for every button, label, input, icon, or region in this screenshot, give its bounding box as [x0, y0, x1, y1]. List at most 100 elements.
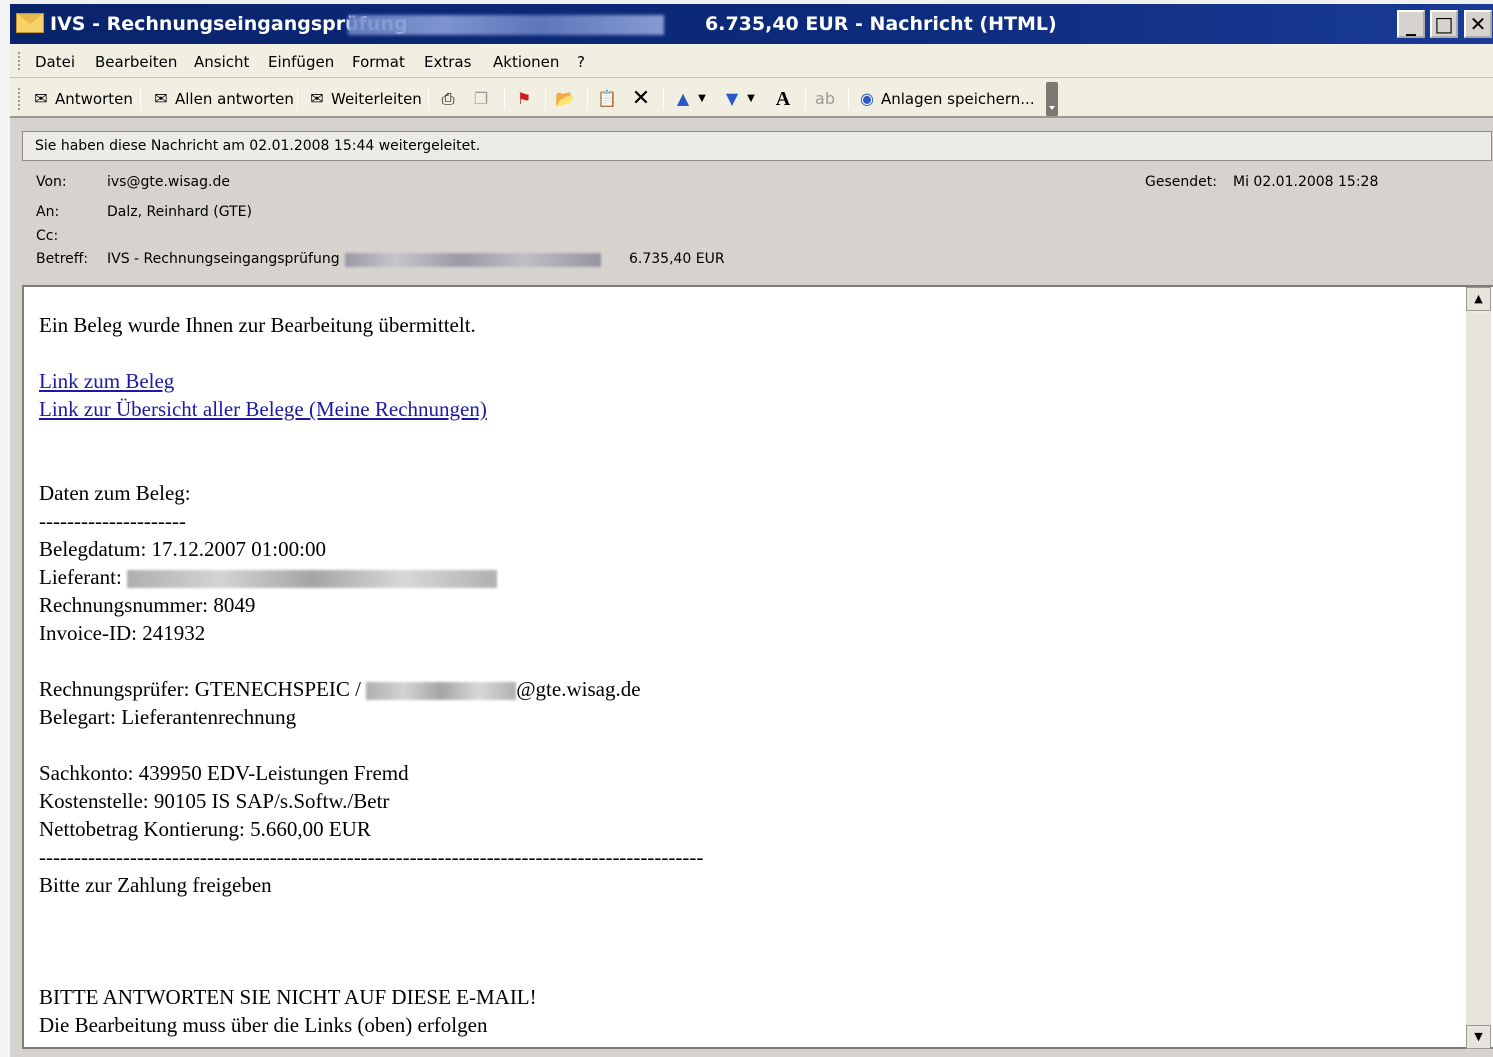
redacted-title-text	[348, 15, 664, 35]
menu-grip[interactable]	[18, 52, 22, 70]
kostenstelle: Kostenstelle: 90105 IS SAP/s.Softw./Betr	[39, 789, 390, 813]
redacted-supplier	[127, 570, 498, 589]
reply-all-label: Allen antworten	[175, 90, 294, 108]
previous-item-button[interactable]: ▲ ▼	[672, 87, 710, 111]
delete-button[interactable]: ✕	[630, 87, 655, 111]
encoding-button[interactable]: ab	[814, 87, 839, 111]
forwarded-info-bar: Sie haben diese Nachricht am 02.01.2008 …	[22, 131, 1492, 161]
toolbar-separator	[805, 88, 806, 110]
reply-all-button[interactable]: ✉ Allen antworten	[150, 87, 294, 111]
toolbar-separator	[587, 88, 588, 110]
forward-icon: ✉	[310, 89, 324, 108]
toolbar-separator	[297, 88, 298, 110]
printer-icon: ⎙	[441, 89, 455, 108]
message-window: IVS - Rechnungseingangsprüfung 6.735,40 …	[10, 4, 1493, 1057]
nettobetrag: Nettobetrag Kontierung: 5.660,00 EUR	[39, 817, 371, 841]
window-title-amount: 6.735,40 EUR - Nachricht (HTML)	[705, 13, 1057, 35]
chevron-down-icon: ▼	[698, 93, 706, 104]
lieferant-label: Lieferant:	[39, 565, 122, 589]
sachkonto: Sachkonto: 439950 EDV-Leistungen Fremd	[39, 761, 409, 785]
toolbar-separator	[545, 88, 546, 110]
subject-value: IVS - Rechnungseingangsprüfung	[107, 251, 340, 267]
encoding-icon: ab	[815, 89, 835, 108]
delete-x-icon: ✕	[631, 86, 651, 111]
menu-format[interactable]: Format	[352, 53, 405, 71]
flag-icon: ⚑	[516, 89, 532, 108]
scroll-track[interactable]	[1466, 313, 1491, 1025]
menu-bearbeiten[interactable]: Bearbeiten	[95, 53, 177, 71]
flag-button[interactable]: ⚑	[513, 87, 538, 111]
save-attachments-button[interactable]: ◉ Anlagen speichern...	[856, 87, 1035, 111]
forward-button[interactable]: ✉ Weiterleiten	[306, 87, 422, 111]
subject-label: Betreff:	[36, 251, 89, 267]
scroll-down-button[interactable]: ▼	[1466, 1025, 1491, 1049]
menu-datei[interactable]: Datei	[35, 53, 75, 71]
paste-button[interactable]: 📋	[596, 87, 621, 111]
maximize-button[interactable]: □	[1430, 10, 1458, 38]
link-to-document[interactable]: Link zum Beleg	[39, 369, 174, 393]
to-label: An:	[36, 204, 60, 220]
payment-release-text: Bitte zur Zahlung freigeben	[39, 873, 272, 897]
menu-help[interactable]: ?	[577, 53, 585, 71]
lieferant-line: Lieferant:	[39, 563, 703, 591]
close-button[interactable]: ✕	[1464, 10, 1492, 38]
toolbar-grip[interactable]	[18, 88, 22, 110]
menu-ansicht[interactable]: Ansicht	[194, 53, 249, 71]
belegart: Belegart: Lieferantenrechnung	[39, 705, 297, 729]
toolbar: ✉ Antworten ✉ Allen antworten ✉ Weiterle…	[10, 78, 1493, 118]
scroll-up-button[interactable]: ▲	[1466, 287, 1491, 311]
message-body[interactable]: Ein Beleg wurde Ihnen zur Bearbeitung üb…	[22, 285, 1493, 1049]
subject-amount: 6.735,40 EUR	[629, 251, 725, 267]
cc-label: Cc:	[36, 228, 59, 244]
toolbar-overflow-button[interactable]	[1046, 82, 1058, 116]
from-value[interactable]: ivs@gte.wisag.de	[107, 174, 230, 190]
folder-icon: 📂	[555, 89, 575, 108]
menu-aktionen[interactable]: Aktionen	[493, 53, 559, 71]
toolbar-separator	[848, 88, 849, 110]
move-to-folder-button[interactable]: 📂	[554, 87, 579, 111]
chevron-down-icon: ▼	[747, 93, 755, 104]
belegdatum: Belegdatum: 17.12.2007 01:00:00	[39, 537, 326, 561]
invoice-id: Invoice-ID: 241932	[39, 621, 206, 645]
minimize-button[interactable]: _	[1397, 10, 1425, 38]
copy-icon: ❐	[473, 89, 489, 108]
print-button[interactable]: ⎙	[437, 87, 462, 111]
font-size-button[interactable]: A	[772, 87, 797, 111]
copy-button[interactable]: ❐	[470, 87, 495, 111]
clipboard-icon: 📋	[597, 89, 617, 108]
menu-bar: Datei Bearbeiten Ansicht Einfügen Format…	[10, 44, 1493, 78]
from-label: Von:	[36, 174, 67, 190]
toolbar-separator	[504, 88, 505, 110]
message-content: Ein Beleg wurde Ihnen zur Bearbeitung üb…	[39, 311, 703, 1039]
reply-button[interactable]: ✉ Antworten	[30, 87, 133, 111]
separator-short: ---------------------	[39, 509, 186, 533]
link-to-overview[interactable]: Link zur Übersicht aller Belege (Meine R…	[39, 397, 487, 421]
menu-einfuegen[interactable]: Einfügen	[268, 53, 334, 71]
links-hint: Die Bearbeitung muss über die Links (obe…	[39, 1013, 488, 1037]
reply-icon: ✉	[34, 89, 48, 108]
data-heading: Daten zum Beleg:	[39, 481, 191, 505]
help-icon: ◉	[860, 89, 874, 108]
save-attachments-label: Anlagen speichern...	[881, 90, 1035, 108]
redacted-subject-text	[345, 253, 601, 267]
pruefer-label: Rechnungsprüfer: GTENECHSPEIC /	[39, 677, 361, 701]
toolbar-separator	[428, 88, 429, 110]
pruefer-email-domain: @gte.wisag.de	[516, 677, 641, 701]
next-item-button[interactable]: ▼ ▼	[721, 87, 759, 111]
pruefer-line: Rechnungsprüfer: GTENECHSPEIC / @gte.wis…	[39, 675, 703, 703]
reply-all-icon: ✉	[154, 89, 168, 108]
vertical-scrollbar[interactable]: ▲ ▼	[1466, 287, 1491, 1049]
redacted-email-user	[366, 682, 517, 701]
menu-extras[interactable]: Extras	[424, 53, 471, 71]
toolbar-separator	[140, 88, 141, 110]
left-edge	[0, 0, 10, 1057]
intro-text: Ein Beleg wurde Ihnen zur Bearbeitung üb…	[39, 313, 476, 337]
to-value[interactable]: Dalz, Reinhard (GTE)	[107, 204, 252, 220]
sent-value: Mi 02.01.2008 15:28	[1233, 174, 1379, 190]
title-bar[interactable]: IVS - Rechnungseingangsprüfung 6.735,40 …	[10, 4, 1493, 44]
